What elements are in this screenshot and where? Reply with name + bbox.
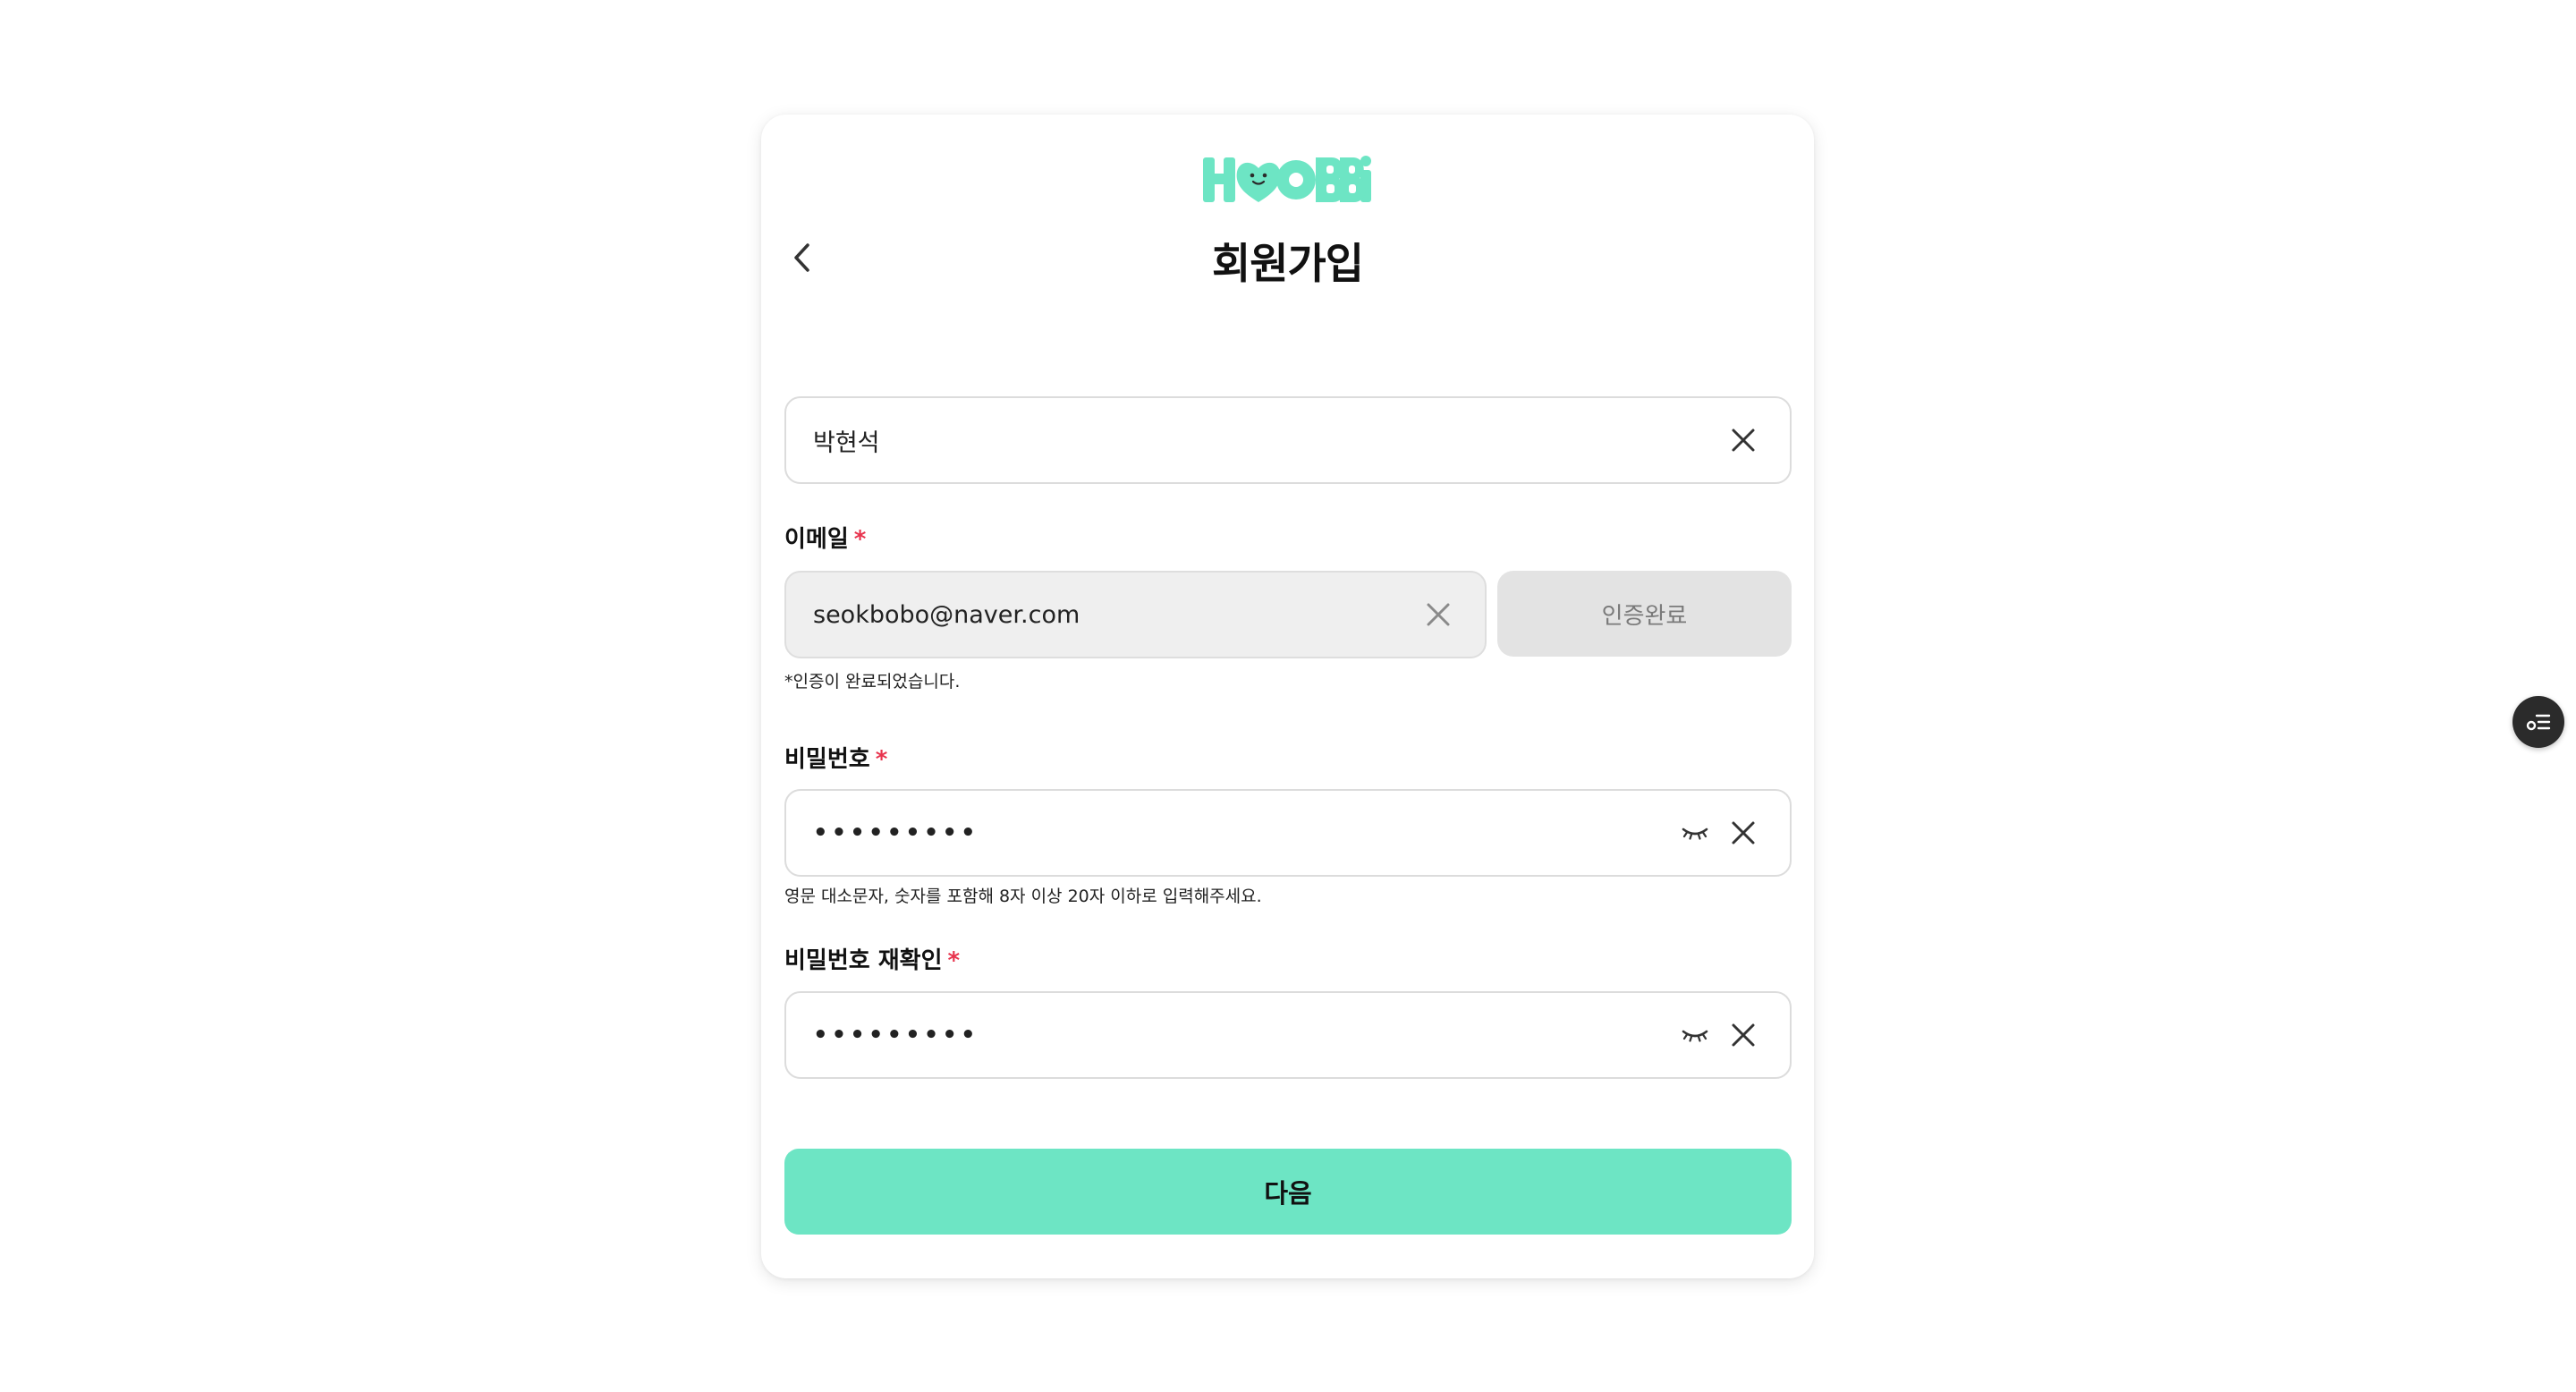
- required-mark: *: [947, 947, 961, 974]
- password-visibility-toggle[interactable]: [1675, 813, 1715, 853]
- email-label: 이메일 *: [784, 521, 866, 554]
- eye-closed-icon: [1682, 828, 1708, 840]
- close-icon: [1427, 603, 1450, 626]
- password-confirm-visibility-toggle[interactable]: [1675, 1015, 1715, 1055]
- password-confirm-input-value[interactable]: •••••••••: [813, 1022, 1666, 1048]
- required-mark: *: [853, 526, 867, 553]
- filter-list-icon: [2526, 714, 2551, 731]
- password-input[interactable]: •••••••••: [784, 789, 1792, 877]
- email-clear-button[interactable]: [1419, 595, 1458, 634]
- email-label-text: 이메일: [784, 526, 849, 553]
- password-confirm-clear-button[interactable]: [1724, 1015, 1763, 1055]
- email-input[interactable]: seokbobo@naver.com: [784, 571, 1487, 658]
- close-icon: [1732, 1023, 1755, 1047]
- password-clear-button[interactable]: [1724, 813, 1763, 853]
- name-input[interactable]: 박현석: [784, 396, 1792, 484]
- password-confirm-input[interactable]: •••••••••: [784, 991, 1792, 1079]
- password-label: 비밀번호 *: [784, 741, 887, 774]
- password-input-value[interactable]: •••••••••: [813, 819, 1666, 846]
- password-helper-text: 영문 대소문자, 숫자를 포함해 8자 이상 20자 이하로 입력해주세요.: [784, 887, 1262, 906]
- close-icon: [1732, 429, 1755, 452]
- password-confirm-label: 비밀번호 재확인 *: [784, 942, 960, 975]
- next-button[interactable]: 다음: [784, 1149, 1792, 1235]
- password-confirm-label-text: 비밀번호 재확인: [784, 947, 943, 974]
- name-clear-button[interactable]: [1724, 420, 1763, 460]
- verify-complete-button[interactable]: 인증완료: [1497, 571, 1792, 657]
- name-input-value[interactable]: 박현석: [813, 423, 1715, 458]
- eye-closed-icon: [1682, 1030, 1708, 1042]
- email-input-value[interactable]: seokbobo@naver.com: [813, 601, 1410, 629]
- floating-filter-button[interactable]: [2512, 696, 2564, 748]
- password-label-text: 비밀번호: [784, 746, 870, 773]
- email-helper-text: *인증이 완료되었습니다.: [784, 672, 961, 692]
- form-layer: 박현석 이메일 * seokbobo@naver.com 인증완료 *인증이 완료…: [761, 115, 1814, 1278]
- required-mark: *: [875, 746, 888, 773]
- close-icon: [1732, 821, 1755, 845]
